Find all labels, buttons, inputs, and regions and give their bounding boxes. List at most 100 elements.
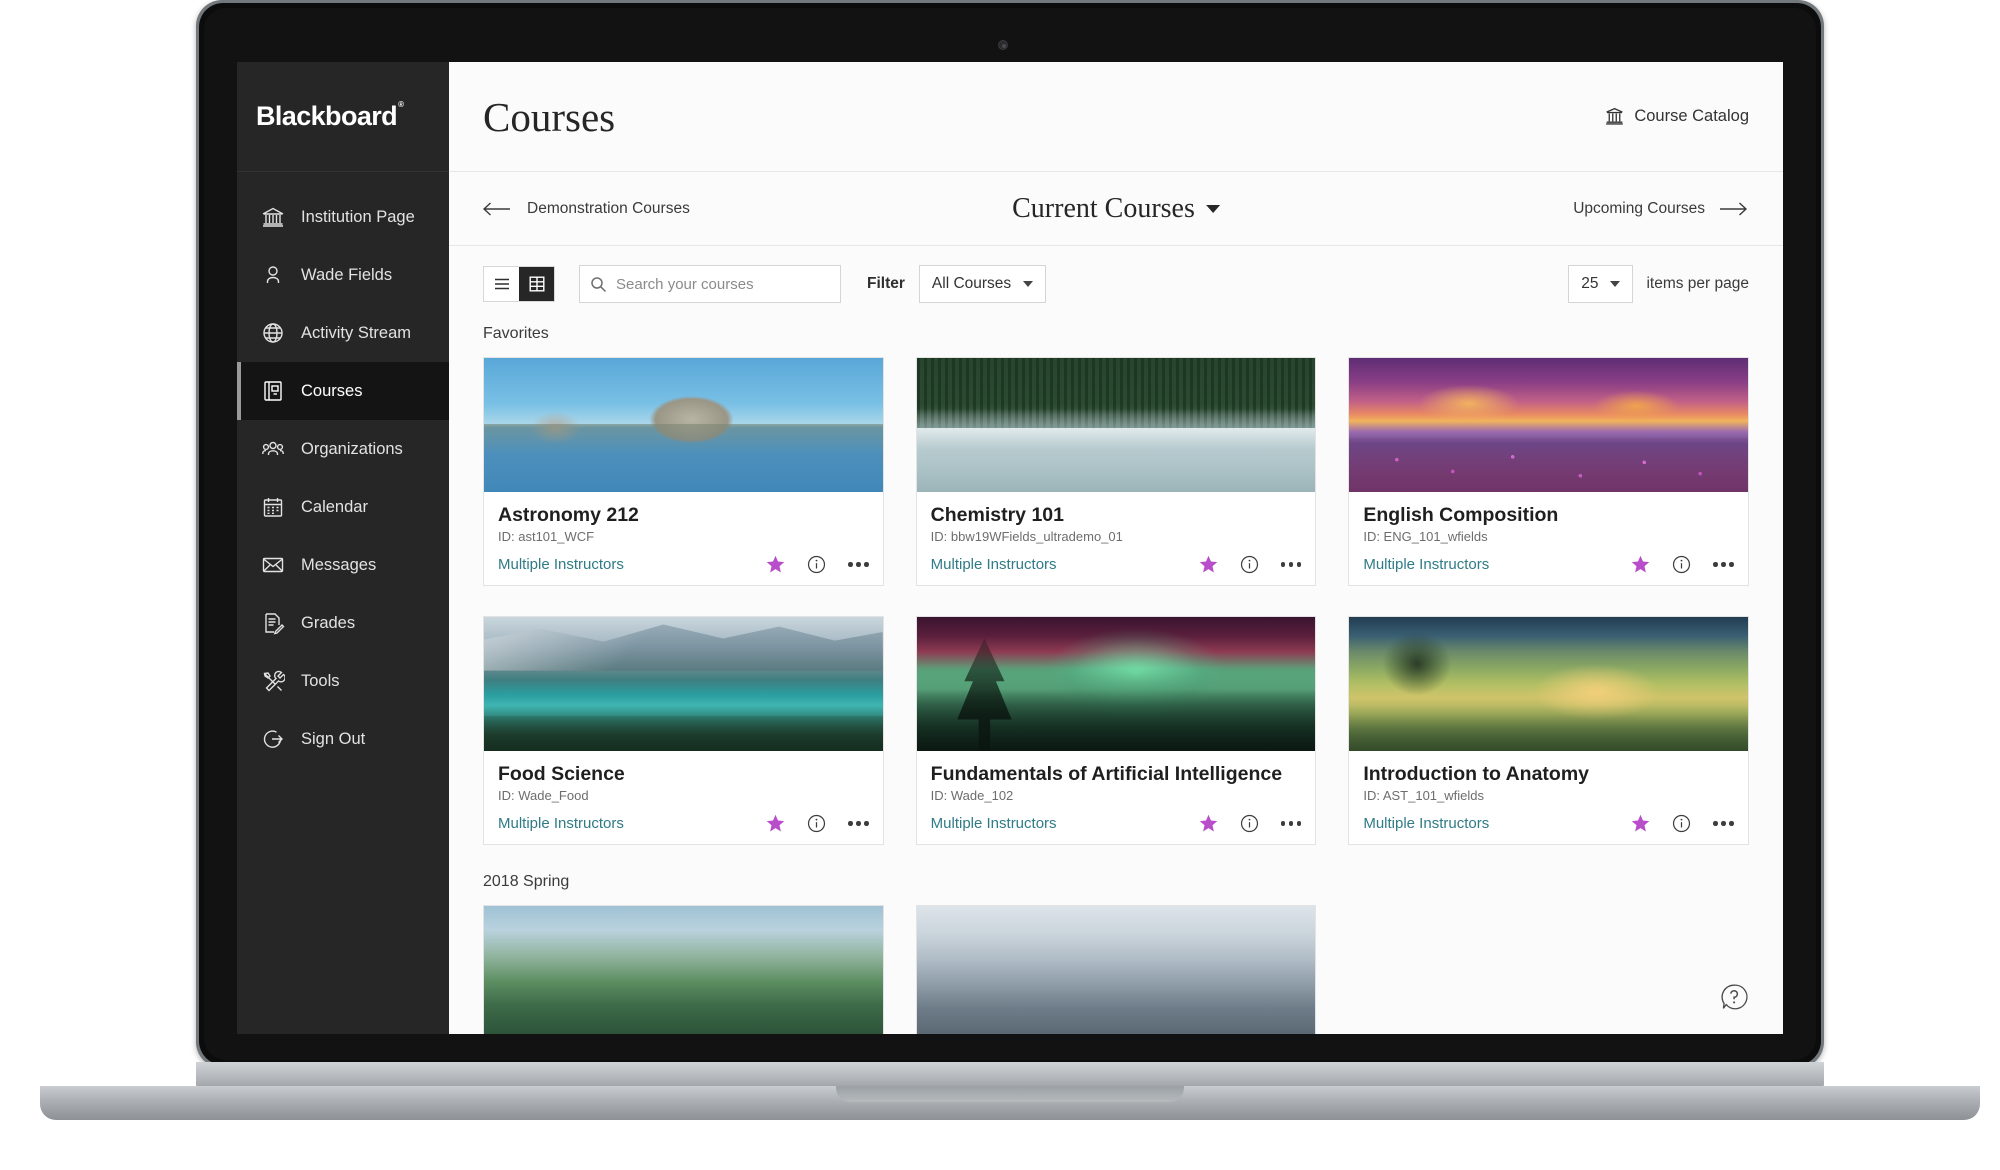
filter-select[interactable]: All Courses [919, 265, 1046, 303]
sidebar-item-institution-page[interactable]: Institution Page [237, 188, 449, 246]
sidebar-item-tools[interactable]: Tools [237, 652, 449, 710]
chevron-down-icon [1610, 281, 1620, 287]
course-card[interactable]: Fundamentals of Artificial Intelligence … [916, 616, 1317, 845]
user-icon [260, 262, 286, 288]
sidebar-item-label: Calendar [301, 498, 368, 517]
course-info-icon[interactable] [1240, 814, 1259, 833]
course-overflow-menu-icon[interactable] [848, 558, 869, 571]
course-id: ID: Wade_102 [931, 788, 1302, 803]
list-view-icon [493, 275, 511, 293]
laptop-notch [836, 1086, 1184, 1102]
favorite-star-icon[interactable] [1199, 814, 1218, 833]
favorite-star-icon[interactable] [766, 555, 785, 574]
help-icon [1719, 982, 1749, 1012]
course-card[interactable]: Astronomy 212 ID: ast101_WCF Multiple In… [483, 357, 884, 586]
laptop-frame: Blackboard Institution Page [0, 0, 2000, 1170]
course-title: Food Science [498, 763, 869, 786]
list-view-button[interactable] [484, 267, 519, 301]
sidebar-item-label: Messages [301, 556, 376, 575]
course-instructors-link[interactable]: Multiple Instructors [931, 556, 1057, 573]
course-info-icon[interactable] [807, 814, 826, 833]
course-card-body: English Composition ID: ENG_101_wfields … [1349, 492, 1748, 585]
sidebar-item-wade-fields[interactable]: Wade Fields [237, 246, 449, 304]
favorite-star-icon[interactable] [1631, 555, 1650, 574]
course-id: ID: bbw19WFields_ultrademo_01 [931, 529, 1302, 544]
favorites-card-grid: Astronomy 212 ID: ast101_WCF Multiple In… [483, 357, 1749, 845]
favorite-star-icon[interactable] [1631, 814, 1650, 833]
previous-term-label: Demonstration Courses [527, 200, 690, 218]
course-info-icon[interactable] [807, 555, 826, 574]
course-instructors-link[interactable]: Multiple Instructors [1363, 556, 1489, 573]
course-info-icon[interactable] [1672, 814, 1691, 833]
course-catalog-link[interactable]: Course Catalog [1604, 106, 1749, 127]
favorite-star-icon[interactable] [766, 814, 785, 833]
course-title: Introduction to Anatomy [1363, 763, 1734, 786]
brand-logo[interactable]: Blackboard [237, 62, 449, 172]
items-per-page-label: items per page [1646, 275, 1749, 293]
previous-term-link[interactable]: Demonstration Courses [483, 200, 723, 218]
grades-icon [260, 610, 286, 636]
course-card-actions [766, 555, 869, 574]
course-thumbnail [917, 617, 1316, 751]
sidebar-item-label: Tools [301, 672, 340, 691]
filter-label: Filter [867, 275, 905, 293]
course-info-icon[interactable] [1672, 555, 1691, 574]
course-thumbnail [917, 906, 1316, 1034]
sidebar-item-organizations[interactable]: Organizations [237, 420, 449, 478]
course-card[interactable]: Food Science ID: Wade_Food Multiple Inst… [483, 616, 884, 845]
courses-icon [260, 378, 286, 404]
course-instructors-link[interactable]: Multiple Instructors [931, 815, 1057, 832]
grid-view-button[interactable] [519, 267, 554, 301]
course-thumbnail [484, 906, 883, 1034]
items-per-page-select[interactable]: 25 [1568, 265, 1633, 303]
course-instructors-link[interactable]: Multiple Instructors [498, 815, 624, 832]
course-overflow-menu-icon[interactable] [1713, 558, 1734, 571]
course-card[interactable]: English Composition ID: ENG_101_wfields … [1348, 357, 1749, 586]
current-term-dropdown[interactable]: Current Courses [1012, 193, 1220, 225]
course-card-footer: Multiple Instructors [498, 555, 869, 574]
course-overflow-menu-icon[interactable] [848, 817, 869, 830]
course-overflow-menu-icon[interactable] [1281, 558, 1302, 571]
search-input[interactable] [616, 276, 830, 293]
search-box[interactable] [579, 265, 841, 303]
card-grid-spacer [1348, 905, 1749, 1034]
course-title: Chemistry 101 [931, 504, 1302, 527]
next-term-link[interactable]: Upcoming Courses [1509, 200, 1749, 218]
sidebar-item-calendar[interactable]: Calendar [237, 478, 449, 536]
course-card[interactable] [483, 905, 884, 1034]
brand-name: Blackboard [256, 101, 402, 132]
course-card-footer: Multiple Instructors [1363, 555, 1734, 574]
course-title: Astronomy 212 [498, 504, 869, 527]
current-term-label: Current Courses [1012, 193, 1195, 225]
course-instructors-link[interactable]: Multiple Instructors [1363, 815, 1489, 832]
sidebar-item-label: Institution Page [301, 208, 415, 227]
course-card[interactable] [916, 905, 1317, 1034]
sidebar-item-sign-out[interactable]: Sign Out [237, 710, 449, 768]
sidebar-item-grades[interactable]: Grades [237, 594, 449, 652]
course-card-actions [766, 814, 869, 833]
calendar-icon [260, 494, 286, 520]
course-card-body: Fundamentals of Artificial Intelligence … [917, 751, 1316, 844]
blackboard-app: Blackboard Institution Page [237, 62, 1783, 1034]
course-card-footer: Multiple Instructors [1363, 814, 1734, 833]
course-overflow-menu-icon[interactable] [1713, 817, 1734, 830]
sidebar-item-courses[interactable]: Courses [237, 362, 449, 420]
course-card[interactable]: Introduction to Anatomy ID: AST_101_wfie… [1348, 616, 1749, 845]
next-term-label: Upcoming Courses [1573, 200, 1705, 218]
chevron-down-icon [1023, 281, 1033, 287]
course-card-actions [1199, 814, 1302, 833]
course-overflow-menu-icon[interactable] [1281, 817, 1302, 830]
favorite-star-icon[interactable] [1199, 555, 1218, 574]
help-button[interactable] [1719, 982, 1749, 1012]
pagination-controls: 25 items per page [1568, 265, 1749, 303]
course-instructors-link[interactable]: Multiple Instructors [498, 556, 624, 573]
course-card-body: Introduction to Anatomy ID: AST_101_wfie… [1349, 751, 1748, 844]
arrow-left-icon [483, 200, 513, 218]
sidebar-item-label: Grades [301, 614, 355, 633]
items-per-page-value: 25 [1581, 275, 1598, 293]
course-card[interactable]: Chemistry 101 ID: bbw19WFields_ultrademo… [916, 357, 1317, 586]
search-icon [590, 276, 607, 293]
course-info-icon[interactable] [1240, 555, 1259, 574]
sidebar-item-messages[interactable]: Messages [237, 536, 449, 594]
sidebar-item-activity-stream[interactable]: Activity Stream [237, 304, 449, 362]
